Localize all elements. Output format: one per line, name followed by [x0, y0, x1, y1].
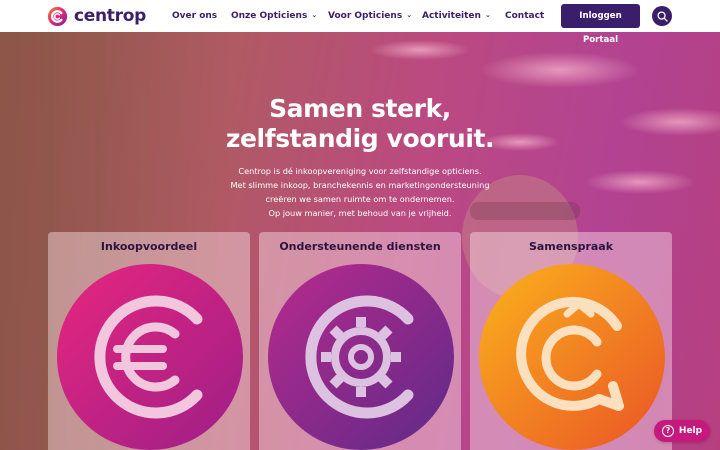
nav-label: Voor Opticiens	[328, 11, 403, 21]
card-samenspraak[interactable]: Samenspraak	[470, 232, 672, 450]
nav-label: Onze Opticiens	[231, 11, 308, 21]
logo[interactable]: centrop	[47, 5, 146, 27]
gear-icon	[268, 264, 454, 450]
hero-title-line1: Samen sterk,	[269, 94, 451, 123]
logo-text: centrop	[74, 6, 146, 26]
login-portal-button[interactable]: Inloggen Portaal	[561, 4, 640, 45]
nav-label: Over ons	[172, 11, 218, 21]
nav-label: Activiteiten	[422, 11, 481, 21]
search-icon	[656, 10, 668, 22]
nav-over-ons[interactable]: Over ons	[172, 10, 217, 22]
question-icon: ?	[661, 425, 674, 437]
centrop-logo-icon	[47, 6, 68, 26]
euro-icon	[57, 264, 243, 450]
help-button[interactable]: ? Help	[654, 420, 710, 442]
nav-activiteiten[interactable]: Activiteiten ⌄	[422, 10, 491, 22]
hero-subtitle-line: Op jouw manier, met behoud van je vrijhe…	[268, 208, 452, 218]
nav-voor-opticiens[interactable]: Voor Opticiens ⌄	[328, 10, 412, 22]
card-inkoopvoordeel[interactable]: Inkoopvoordeel	[48, 232, 250, 450]
hero-subtitle-line: creëren we samen ruimte om te ondernemen…	[265, 194, 455, 204]
chevron-down-icon: ⌄	[484, 11, 491, 19]
hero-section: Samen sterk, zelfstandig vooruit. Centro…	[0, 32, 720, 450]
chevron-down-icon: ⌄	[406, 11, 413, 19]
speech-bubble-icon	[479, 264, 665, 450]
nav-contact[interactable]: Contact	[505, 10, 544, 22]
nav-label: Contact	[505, 11, 545, 21]
nav-onze-opticiens[interactable]: Onze Opticiens ⌄	[231, 10, 317, 22]
hero-title-line2: zelfstandig vooruit.	[225, 124, 495, 153]
hero-subtitle-line: Centrop is dé inkoopvereniging voor zelf…	[238, 166, 482, 176]
site-header: centrop Over ons Onze Opticiens ⌄ Voor Op…	[0, 0, 720, 45]
card-ondersteunende-diensten[interactable]: Ondersteunende diensten	[259, 232, 461, 450]
card-title: Inkoopvoordeel	[100, 240, 198, 253]
card-title: Samenspraak	[528, 240, 614, 253]
search-button[interactable]	[652, 6, 672, 26]
card-title: Ondersteunende diensten	[279, 240, 441, 253]
chevron-down-icon: ⌄	[311, 11, 318, 19]
hero-subtitle-line: Met slimme inkoop, branchekennis en mark…	[230, 180, 490, 190]
help-label: Help	[678, 426, 703, 436]
